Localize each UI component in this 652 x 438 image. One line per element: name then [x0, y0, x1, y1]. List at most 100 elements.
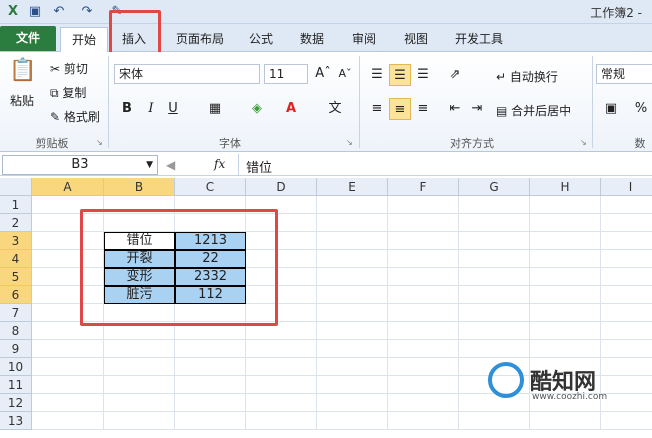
column-header-a[interactable]: A	[32, 178, 104, 196]
cell-e1[interactable]	[317, 196, 388, 214]
save-icon[interactable]: ▣	[26, 3, 44, 21]
cell-f8[interactable]	[388, 322, 459, 340]
cell-i11[interactable]	[601, 376, 652, 394]
tab-home[interactable]: 开始	[60, 27, 108, 52]
cell-g1[interactable]	[459, 196, 530, 214]
font-size-select[interactable]: 11	[264, 64, 308, 84]
cell-i2[interactable]	[601, 214, 652, 232]
cell-i3[interactable]	[601, 232, 652, 250]
cut-button[interactable]: ✂ 剪切	[50, 60, 88, 77]
cell-f4[interactable]	[388, 250, 459, 268]
cell-e8[interactable]	[317, 322, 388, 340]
cell-g12[interactable]	[459, 394, 530, 412]
row-header-13[interactable]: 13	[0, 412, 32, 430]
percent-button[interactable]: %	[630, 98, 652, 120]
cell-g6[interactable]	[459, 286, 530, 304]
cell-e9[interactable]	[317, 340, 388, 358]
cell-g7[interactable]	[459, 304, 530, 322]
font-name-select[interactable]: 宋体	[114, 64, 260, 84]
cell-d11[interactable]	[246, 376, 317, 394]
font-color-icon[interactable]: A	[280, 98, 302, 120]
row-header-11[interactable]: 11	[0, 376, 32, 394]
column-header-f[interactable]: F	[388, 178, 459, 196]
formula-input[interactable]: 错位	[246, 157, 272, 176]
tab-view[interactable]: 视图	[396, 27, 436, 52]
cell-h4[interactable]	[530, 250, 601, 268]
cell-e13[interactable]	[317, 412, 388, 430]
row-header-6[interactable]: 6	[0, 286, 32, 304]
align-right-icon[interactable]: ≡	[412, 98, 434, 120]
cell-a10[interactable]	[32, 358, 104, 376]
cell-h1[interactable]	[530, 196, 601, 214]
cell-b10[interactable]	[104, 358, 175, 376]
fill-color-icon[interactable]: ◈	[246, 98, 268, 120]
cell-f1[interactable]	[388, 196, 459, 214]
column-header-d[interactable]: D	[246, 178, 317, 196]
paste-label[interactable]: 粘贴	[10, 92, 34, 109]
cell-g2[interactable]	[459, 214, 530, 232]
tab-review[interactable]: 审阅	[344, 27, 384, 52]
cell-b12[interactable]	[104, 394, 175, 412]
cell-b13[interactable]	[104, 412, 175, 430]
cell-c11[interactable]	[175, 376, 246, 394]
cell-i12[interactable]	[601, 394, 652, 412]
cell-e4[interactable]	[317, 250, 388, 268]
row-header-12[interactable]: 12	[0, 394, 32, 412]
cell-c10[interactable]	[175, 358, 246, 376]
column-header-b[interactable]: B	[104, 178, 175, 196]
increase-font-icon[interactable]: Aˆ	[312, 63, 334, 85]
cell-f2[interactable]	[388, 214, 459, 232]
cell-e2[interactable]	[317, 214, 388, 232]
copy-button[interactable]: ⧉ 复制	[50, 84, 86, 101]
cell-i9[interactable]	[601, 340, 652, 358]
tab-file[interactable]: 文件	[0, 26, 56, 51]
cell-h8[interactable]	[530, 322, 601, 340]
orientation-icon[interactable]: ⇗	[444, 64, 466, 86]
decrease-indent-icon[interactable]: ⇤	[444, 98, 466, 120]
cell-f9[interactable]	[388, 340, 459, 358]
column-header-g[interactable]: G	[459, 178, 530, 196]
cell-g4[interactable]	[459, 250, 530, 268]
font-launcher-icon[interactable]: ↘	[346, 138, 353, 147]
format-painter-button[interactable]: ✎ 格式刷	[50, 108, 100, 125]
cell-e10[interactable]	[317, 358, 388, 376]
cell-h7[interactable]	[530, 304, 601, 322]
row-header-5[interactable]: 5	[0, 268, 32, 286]
align-middle-icon[interactable]: ☰	[389, 64, 411, 86]
cell-f5[interactable]	[388, 268, 459, 286]
column-header-e[interactable]: E	[317, 178, 388, 196]
cell-d13[interactable]	[246, 412, 317, 430]
cell-e6[interactable]	[317, 286, 388, 304]
cell-h9[interactable]	[530, 340, 601, 358]
cell-f10[interactable]	[388, 358, 459, 376]
borders-icon[interactable]: ▦	[204, 98, 226, 120]
cell-e5[interactable]	[317, 268, 388, 286]
alignment-launcher-icon[interactable]: ↘	[580, 138, 587, 147]
column-header-c[interactable]: C	[175, 178, 246, 196]
name-box[interactable]: B3 ▼	[2, 155, 158, 175]
cell-h3[interactable]	[530, 232, 601, 250]
undo-icon[interactable]: ↶	[50, 3, 68, 21]
cell-d10[interactable]	[246, 358, 317, 376]
cell-i6[interactable]	[601, 286, 652, 304]
number-format-select[interactable]: 常规	[596, 64, 652, 84]
select-all-corner[interactable]	[0, 178, 32, 196]
row-header-10[interactable]: 10	[0, 358, 32, 376]
cell-f12[interactable]	[388, 394, 459, 412]
currency-icon[interactable]: ▣	[600, 98, 622, 120]
cell-d12[interactable]	[246, 394, 317, 412]
phonetic-icon[interactable]: 文	[324, 98, 346, 120]
italic-button[interactable]: I	[140, 98, 162, 120]
cell-a9[interactable]	[32, 340, 104, 358]
row-header-8[interactable]: 8	[0, 322, 32, 340]
tab-developer[interactable]: 开发工具	[446, 27, 512, 52]
cell-g9[interactable]	[459, 340, 530, 358]
cell-a12[interactable]	[32, 394, 104, 412]
cell-i5[interactable]	[601, 268, 652, 286]
cell-i1[interactable]	[601, 196, 652, 214]
cell-i7[interactable]	[601, 304, 652, 322]
wrap-text-button[interactable]: ↵ 自动换行	[496, 68, 558, 85]
decrease-font-icon[interactable]: Aˇ	[334, 63, 356, 85]
cell-i10[interactable]	[601, 358, 652, 376]
cell-b9[interactable]	[104, 340, 175, 358]
